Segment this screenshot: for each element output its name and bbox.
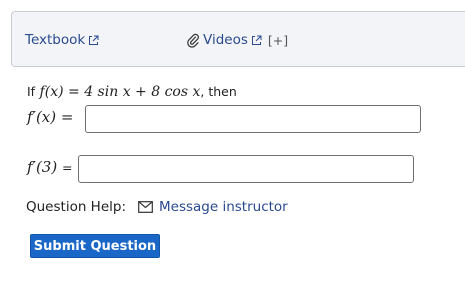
submit-question-button[interactable]: Submit Question [30,234,160,258]
derivative-label: f′(x) = [27,108,74,126]
function-rhs: 4 sin x + 8 cos x [84,84,201,100]
derivative-answer-input[interactable] [85,105,421,133]
videos-label: Videos [203,32,248,48]
derivative-at-3-input[interactable] [78,155,414,183]
question-suffix: , then [200,84,237,99]
envelope-icon [138,201,153,213]
expand-toggle[interactable]: [+] [268,33,288,48]
videos-link[interactable]: Videos [+] [186,32,288,48]
help-bar: Textbook Videos [+] [11,11,465,67]
textbook-label: Textbook [25,32,86,48]
paperclip-icon [186,32,200,48]
external-link-icon [251,35,262,46]
equals-sign: = [68,84,80,100]
textbook-link[interactable]: Textbook [25,32,99,48]
question-text: If f(x) = 4 sin x + 8 cos x, then [27,84,237,100]
derivative-at-3-label: f′(3) = [27,158,72,176]
message-instructor-link[interactable]: Message instructor [159,199,288,215]
external-link-icon [88,35,99,46]
question-prefix: If [27,84,36,99]
derivative-at-3-equals: = [62,160,73,175]
question-help-label: Question Help: [26,199,126,215]
derivative-at-3-expr: f′(3) [27,158,58,176]
question-help: Question Help: Message instructor [26,199,288,215]
function-lhs: f(x) [39,84,64,100]
